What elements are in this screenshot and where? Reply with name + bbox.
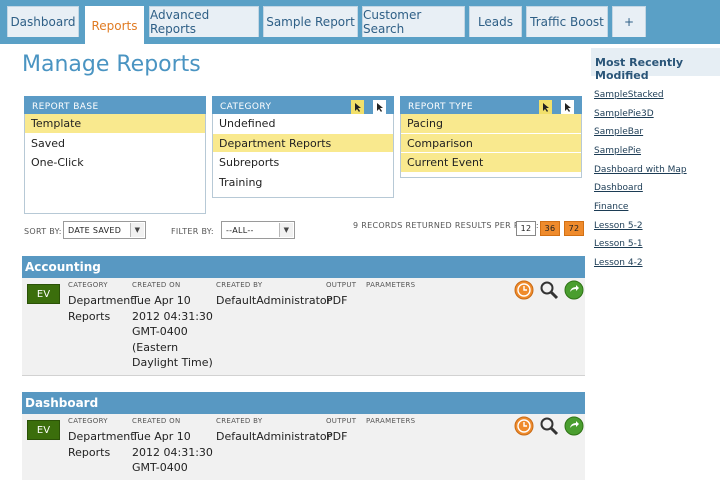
report-type-current-event[interactable]: Current Event — [401, 153, 581, 173]
tab-advanced-reports[interactable]: Advanced Reports — [149, 6, 259, 37]
report-row[interactable]: EV CATEGORY Department Reports CREATED O… — [22, 278, 585, 376]
category-subreports[interactable]: Subreports — [213, 153, 393, 173]
recent-link-lesson-4-2[interactable]: Lesson 4-2 — [594, 258, 643, 268]
tab-reports[interactable]: Reports — [85, 6, 144, 44]
filter-by-label: FILTER BY: — [171, 227, 214, 236]
report-type-pacing[interactable]: Pacing — [401, 114, 581, 134]
recent-link-lesson-5-1[interactable]: Lesson 5-1 — [594, 239, 643, 249]
sort-by-label: SORT BY: — [24, 227, 62, 236]
per-page-12-button[interactable]: 12 — [516, 221, 536, 236]
report-type-filter: REPORT TYPE Pacing Comparison Current Ev… — [400, 96, 582, 178]
cursor-icon[interactable] — [373, 100, 386, 114]
created-by-value: DefaultAdministrator — [216, 294, 332, 307]
parameters-label: PARAMETERS — [366, 281, 416, 289]
tab-leads[interactable]: Leads — [469, 6, 522, 37]
created-by-label: CREATED BY — [216, 417, 263, 425]
created-on-value: Tue Apr 10 2012 04:31:30 GMT-0400 (Easte… — [132, 294, 213, 369]
per-page-72-button[interactable]: 72 — [564, 221, 584, 236]
group-header-accounting[interactable]: Accounting — [22, 256, 585, 278]
report-type-badge: EV — [27, 420, 60, 440]
recent-link-samplebar[interactable]: SampleBar — [594, 127, 643, 137]
tab-dashboard[interactable]: Dashboard — [7, 6, 79, 37]
category-label: CATEGORY — [68, 417, 108, 425]
most-recently-modified-title: Most Recently Modified — [591, 48, 720, 82]
report-type-comparison[interactable]: Comparison — [401, 133, 581, 153]
chevron-down-icon: ▼ — [130, 223, 144, 237]
created-by-label: CREATED BY — [216, 281, 263, 289]
category-header: CATEGORY — [220, 102, 272, 112]
records-text: 9 RECORDS RETURNED RESULTS PER PAGE: — [353, 221, 539, 230]
recent-link-finance[interactable]: Finance — [594, 202, 628, 212]
group-header-dashboard[interactable]: Dashboard — [22, 392, 585, 414]
tab-sample-report[interactable]: Sample Report — [263, 6, 358, 37]
report-type-header: REPORT TYPE — [408, 102, 473, 112]
chevron-down-icon: ▼ — [279, 223, 293, 237]
tab-bar: Dashboard Reports Advanced Reports Sampl… — [0, 0, 720, 44]
select-all-icon[interactable] — [539, 100, 552, 114]
category-filter: CATEGORY Undefined Department Reports Su… — [212, 96, 394, 198]
search-icon[interactable] — [539, 416, 559, 436]
tab-customer-search[interactable]: Customer Search — [362, 6, 465, 37]
recent-link-dashboard-with-map[interactable]: Dashboard with Map — [594, 165, 687, 175]
category-department-reports[interactable]: Department Reports — [213, 133, 393, 153]
output-label: OUTPUT — [326, 281, 357, 289]
filter-by-select[interactable]: --ALL-- ▼ — [221, 221, 295, 239]
tab-add[interactable]: + — [612, 6, 646, 37]
run-icon[interactable] — [564, 416, 584, 436]
tab-traffic-boost[interactable]: Traffic Boost — [526, 6, 608, 37]
run-icon[interactable] — [564, 280, 584, 300]
report-base-filter: REPORT BASE Template Saved One-Click — [24, 96, 206, 214]
schedule-icon[interactable] — [514, 416, 534, 436]
per-page-36-button[interactable]: 36 — [540, 221, 560, 236]
parameters-label: PARAMETERS — [366, 417, 416, 425]
schedule-icon[interactable] — [514, 280, 534, 300]
select-all-icon[interactable] — [351, 100, 364, 114]
category-value: Department Reports — [68, 430, 135, 459]
category-label: CATEGORY — [68, 281, 108, 289]
report-row[interactable]: EV CATEGORY Department Reports CREATED O… — [22, 414, 585, 480]
report-base-header: REPORT BASE — [24, 96, 206, 114]
category-undefined[interactable]: Undefined — [213, 114, 393, 134]
recent-link-samplestacked[interactable]: SampleStacked — [594, 90, 664, 100]
report-base-one-click[interactable]: One-Click — [25, 153, 205, 173]
created-on-label: CREATED ON — [132, 281, 181, 289]
sort-bar: SORT BY: DATE SAVED ▼ FILTER BY: --ALL--… — [24, 221, 584, 241]
recent-link-lesson-5-2[interactable]: Lesson 5-2 — [594, 221, 643, 231]
output-value: PDF — [326, 430, 348, 443]
recent-link-samplepie[interactable]: SamplePie — [594, 146, 641, 156]
category-training[interactable]: Training — [213, 173, 393, 193]
page-title: Manage Reports — [22, 52, 201, 77]
created-by-value: DefaultAdministrator — [216, 430, 332, 443]
category-value: Department Reports — [68, 294, 135, 323]
search-icon[interactable] — [539, 280, 559, 300]
sort-by-value: DATE SAVED — [68, 226, 122, 235]
recent-link-samplepie3d[interactable]: SamplePie3D — [594, 109, 654, 119]
output-value: PDF — [326, 294, 348, 307]
cursor-icon[interactable] — [561, 100, 574, 114]
sort-by-select[interactable]: DATE SAVED ▼ — [63, 221, 146, 239]
created-on-value: Tue Apr 10 2012 04:31:30 GMT-0400 — [132, 430, 213, 474]
report-base-saved[interactable]: Saved — [25, 134, 205, 154]
output-label: OUTPUT — [326, 417, 357, 425]
filter-by-value: --ALL-- — [226, 226, 254, 235]
recent-link-dashboard[interactable]: Dashboard — [594, 183, 643, 193]
created-on-label: CREATED ON — [132, 417, 181, 425]
report-base-template[interactable]: Template — [25, 114, 205, 134]
report-type-badge: EV — [27, 284, 60, 304]
